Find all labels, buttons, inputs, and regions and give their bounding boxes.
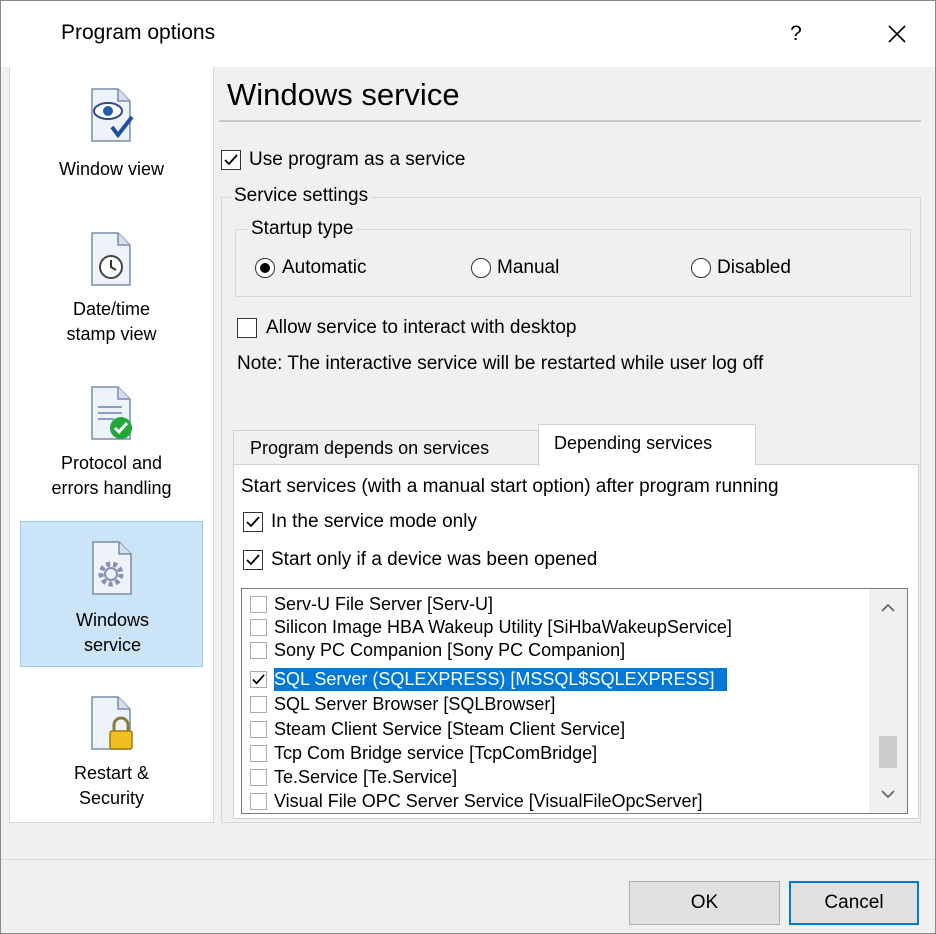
interactive-note: Note: The interactive service will be re…	[237, 353, 764, 374]
checkmark-icon	[246, 516, 260, 528]
list-item[interactable]: Visual File OPC Server Service [VisualFi…	[242, 790, 870, 813]
services-list[interactable]: Serv-U File Server [Serv-U] Silicon Imag…	[241, 588, 908, 814]
clock-icon	[91, 232, 131, 286]
use-as-service-label: Use program as a service	[249, 149, 466, 170]
chevron-up-icon	[881, 603, 895, 612]
list-item[interactable]: Serv-U File Server [Serv-U]	[242, 593, 870, 616]
list-item[interactable]: SQL Server Browser [SQLBrowser]	[242, 693, 870, 716]
eye-check-icon	[91, 88, 134, 142]
service-settings-legend: Service settings	[231, 185, 372, 207]
close-button[interactable]	[869, 11, 925, 57]
sidebar-item-label: Protocol and	[60, 453, 163, 473]
service-mode-only-label: In the service mode only	[271, 511, 477, 532]
title-bar: Program options ?	[1, 1, 935, 67]
depending-description: Start services (with a manual start opti…	[241, 476, 779, 497]
list-item-checkbox[interactable]	[250, 793, 267, 810]
list-item-checkbox[interactable]	[250, 721, 267, 738]
sidebar-item-date-time[interactable]: Date/time stamp view	[20, 227, 203, 347]
help-icon: ?	[790, 22, 802, 45]
interact-desktop-label: Allow service to interact with desktop	[266, 317, 577, 338]
tab-depending-services[interactable]: Depending services	[538, 424, 756, 466]
sidebar-item-label: Restart &	[73, 763, 150, 783]
options-sidebar: Window view Date/time stamp view Protoco…	[9, 67, 214, 823]
tab-label: Depending services	[554, 433, 713, 453]
list-item-checkbox[interactable]	[250, 596, 267, 613]
ok-button[interactable]: OK	[629, 881, 780, 925]
sidebar-item-label: Windows	[75, 610, 150, 630]
chevron-down-icon	[881, 790, 895, 799]
sidebar-item-label: Date/time	[72, 299, 151, 319]
list-item-checkbox[interactable]	[250, 671, 267, 688]
checkmark-icon	[252, 674, 265, 685]
device-opened-checkbox[interactable]	[243, 550, 263, 570]
sidebar-item-label: Security	[78, 788, 145, 808]
list-item-label: SQL Server (SQLEXPRESS) [MSSQL$SQLEXPRES…	[274, 668, 727, 691]
list-item-checkbox[interactable]	[250, 619, 267, 636]
check-badge-icon	[91, 386, 132, 440]
list-scrollbar[interactable]	[869, 589, 907, 813]
startup-disabled-label: Disabled	[717, 257, 791, 278]
sidebar-item-label: service	[83, 635, 141, 655]
use-as-service-checkbox[interactable]	[221, 150, 241, 170]
lock-icon	[91, 696, 133, 750]
title-divider	[219, 120, 921, 122]
sidebar-item-windows-service[interactable]: Windows service	[20, 521, 203, 667]
list-item[interactable]: Steam Client Service [Steam Client Servi…	[242, 718, 870, 741]
list-item-label: Sony PC Companion [Sony PC Companion]	[274, 640, 626, 660]
list-item[interactable]: SQL Server (SQLEXPRESS) [MSSQL$SQLEXPRES…	[242, 668, 870, 691]
program-options-dialog: Program options ? Window view Date/time …	[0, 0, 936, 934]
list-item-label: Te.Service [Te.Service]	[274, 767, 458, 787]
list-item-label: Serv-U File Server [Serv-U]	[274, 594, 494, 614]
list-item-checkbox[interactable]	[250, 769, 267, 786]
list-item-checkbox[interactable]	[250, 745, 267, 762]
list-item-label: Silicon Image HBA Wakeup Utility [SiHbaW…	[274, 617, 732, 637]
tab-label: Program depends on services	[250, 438, 490, 458]
list-item[interactable]: Silicon Image HBA Wakeup Utility [SiHbaW…	[242, 616, 870, 639]
list-item[interactable]: Te.Service [Te.Service]	[242, 766, 870, 789]
device-opened-label: Start only if a device was been opened	[271, 549, 598, 570]
list-item-checkbox[interactable]	[250, 642, 267, 659]
checkmark-icon	[246, 554, 260, 566]
startup-type-legend: Startup type	[248, 218, 357, 240]
scroll-thumb[interactable]	[879, 736, 897, 768]
startup-disabled-radio[interactable]	[691, 258, 711, 278]
interact-desktop-checkbox[interactable]	[237, 318, 257, 338]
list-item-label: SQL Server Browser [SQLBrowser]	[274, 694, 556, 714]
list-item-label: Tcp Com Bridge service [TcpComBridge]	[274, 743, 598, 763]
list-item-checkbox[interactable]	[250, 696, 267, 713]
service-mode-only-checkbox[interactable]	[243, 512, 263, 532]
list-item[interactable]: Tcp Com Bridge service [TcpComBridge]	[242, 742, 870, 765]
checkmark-icon	[224, 154, 238, 166]
startup-automatic-radio[interactable]	[255, 258, 275, 278]
sidebar-item-label: errors handling	[51, 478, 172, 498]
radio-dot	[260, 263, 270, 273]
window-title: Program options	[61, 21, 216, 44]
close-icon	[888, 25, 906, 43]
sidebar-item-label: stamp view	[66, 324, 157, 344]
gear-icon	[92, 541, 132, 595]
scroll-down-button[interactable]	[869, 779, 907, 809]
page-title: Windows service	[227, 77, 460, 112]
list-item-label: Steam Client Service [Steam Client Servi…	[274, 719, 626, 739]
list-item[interactable]: Sony PC Companion [Sony PC Companion]	[242, 639, 870, 662]
footer-divider	[1, 859, 935, 860]
startup-manual-radio[interactable]	[471, 258, 491, 278]
cancel-button[interactable]: Cancel	[789, 881, 919, 925]
startup-automatic-label: Automatic	[282, 257, 367, 278]
sidebar-item-window-view[interactable]: Window view	[20, 81, 203, 191]
list-item-label: Visual File OPC Server Service [VisualFi…	[274, 791, 703, 811]
sidebar-item-restart-security[interactable]: Restart & Security	[20, 691, 203, 815]
help-button[interactable]: ?	[771, 11, 821, 57]
startup-manual-label: Manual	[497, 257, 560, 278]
sidebar-item-protocol-errors[interactable]: Protocol and errors handling	[20, 383, 203, 503]
sidebar-item-label: Window view	[58, 159, 165, 179]
scroll-up-button[interactable]	[869, 593, 907, 623]
tab-program-depends[interactable]: Program depends on services	[233, 430, 539, 465]
